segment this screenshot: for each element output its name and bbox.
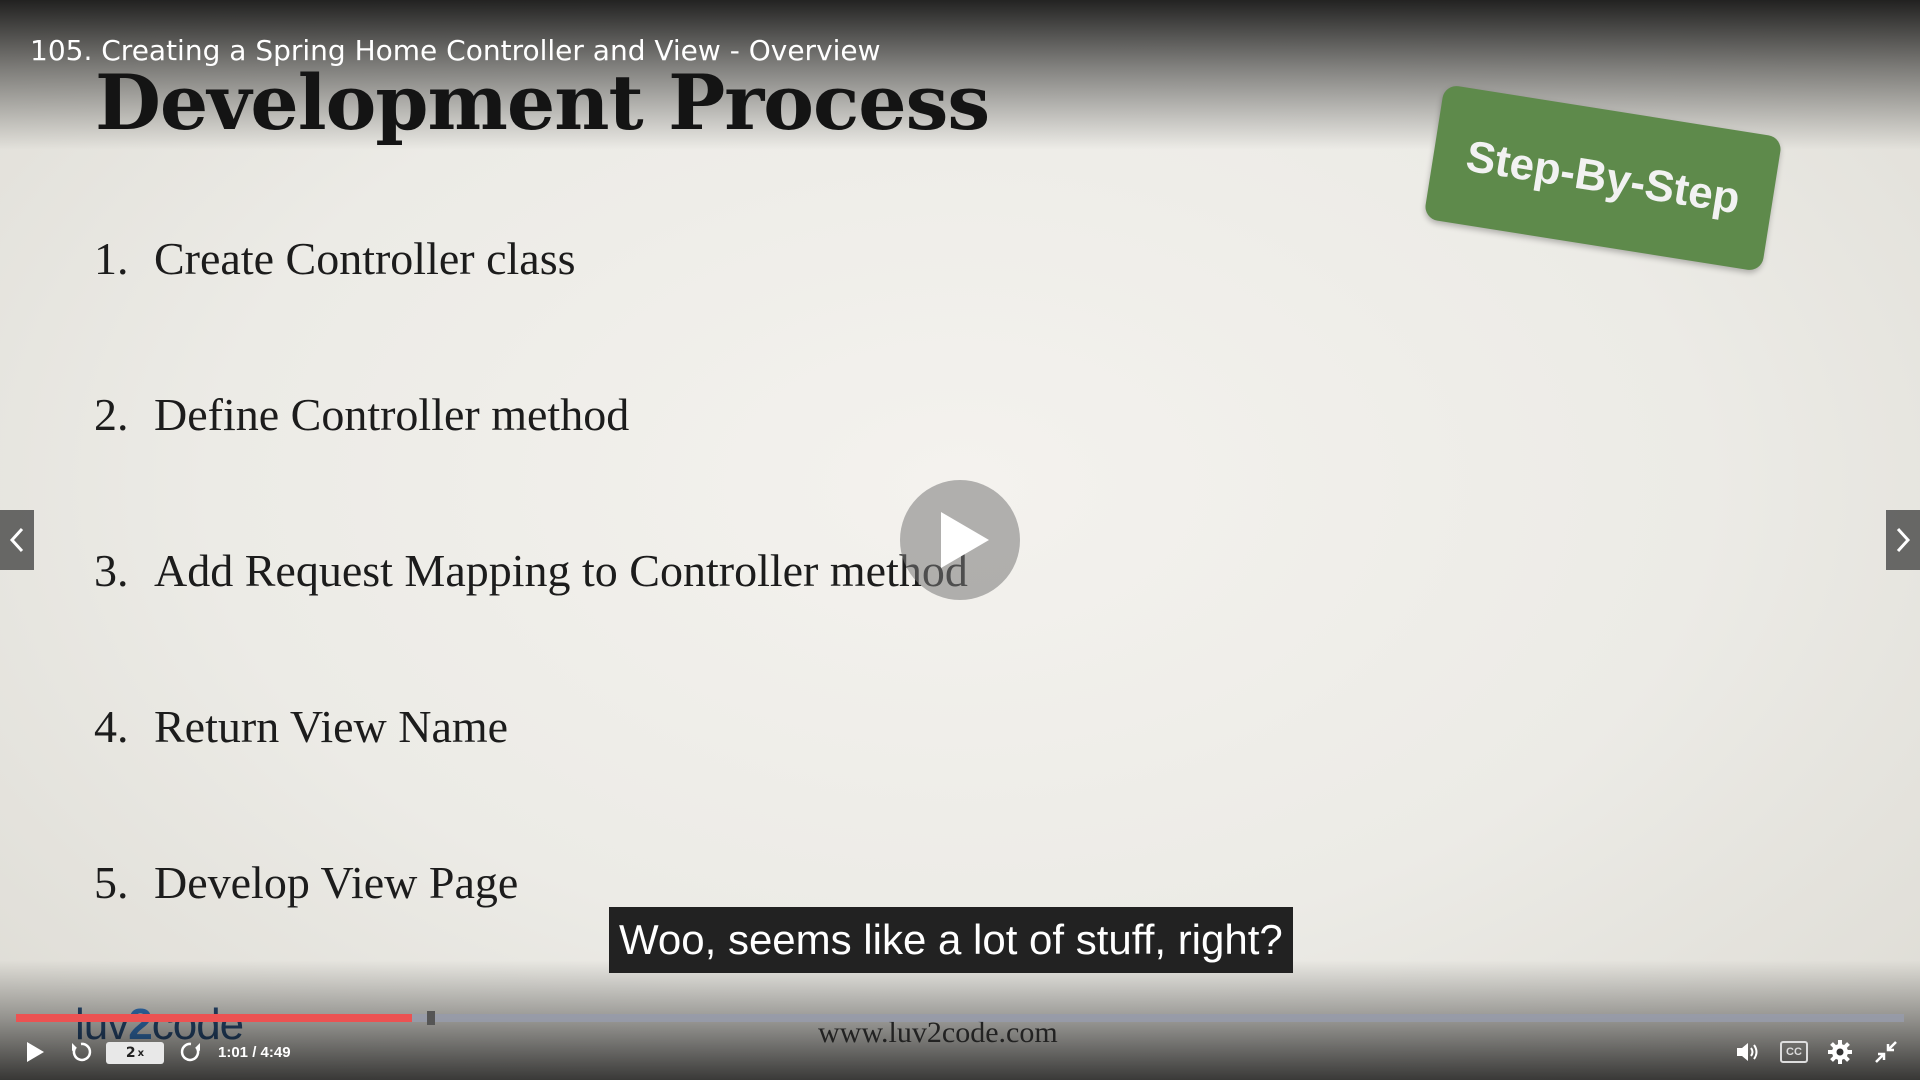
progress-bar[interactable] (16, 1011, 1904, 1025)
step-item: 4. Return View Name (94, 701, 509, 752)
steps-list: 1. Create Controller class 2. Define Contr… (94, 232, 968, 1012)
settings-button[interactable] (1824, 1036, 1856, 1068)
exit-fullscreen-button[interactable] (1870, 1036, 1902, 1068)
progress-marker[interactable] (427, 1011, 436, 1025)
exit-fullscreen-icon (1875, 1041, 1897, 1063)
step-item: 2. Define Controller method (94, 389, 630, 440)
slide-heading: Development Process (95, 58, 990, 147)
next-lecture-button[interactable] (1886, 510, 1920, 570)
step-item: 3. Add Request Mapping to Controller meth… (94, 545, 968, 596)
chevron-right-icon (1896, 527, 1911, 553)
forward-icon (180, 1042, 200, 1062)
step-item: 1. Create Controller class (94, 233, 576, 284)
settings-icon (1828, 1040, 1852, 1064)
playback-speed-button[interactable]: 2x (106, 1042, 164, 1064)
play-icon (941, 512, 989, 568)
control-bar: 2x 1:01 / 4:49 CC (0, 1032, 1920, 1072)
rewind-icon (72, 1042, 92, 1062)
volume-icon (1737, 1043, 1758, 1061)
play-button[interactable] (20, 1036, 50, 1068)
subtitle-caption: Woo, seems like a lot of stuff, right? (609, 907, 1293, 973)
forward-button[interactable] (176, 1036, 206, 1068)
video-player[interactable]: Development Process 1. Create Controller … (0, 0, 1920, 1080)
captions-button[interactable]: CC (1778, 1036, 1810, 1068)
rewind-button[interactable] (66, 1036, 96, 1068)
play-icon (27, 1042, 44, 1062)
previous-lecture-button[interactable] (0, 510, 34, 570)
stamp-label: Step-By-Step (1462, 131, 1744, 224)
volume-button[interactable] (1732, 1036, 1764, 1068)
cc-icon: CC (1780, 1041, 1808, 1063)
chevron-left-icon (9, 527, 24, 553)
video-title: 105. Creating a Spring Home Controller a… (30, 34, 881, 67)
big-play-button[interactable] (900, 480, 1020, 600)
progress-played (16, 1014, 413, 1022)
time-display: 1:01 / 4:49 (218, 1044, 291, 1061)
